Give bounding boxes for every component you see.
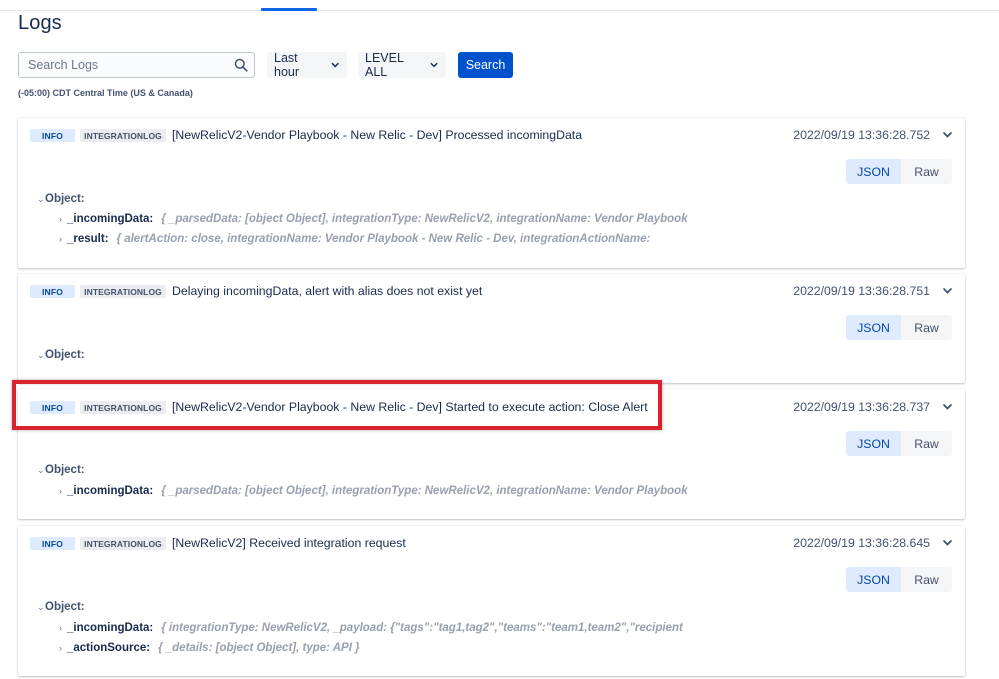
property-value: { alertAction: close, integrationName: V…	[116, 233, 651, 245]
log-message: [NewRelicV2-Vendor Playbook - New Relic …	[172, 400, 648, 414]
chevron-down-icon[interactable]	[942, 403, 953, 411]
raw-view-button[interactable]: Raw	[901, 567, 952, 592]
level-filter-value: LEVEL ALL	[365, 51, 404, 79]
log-entry: INFO INTEGRATIONLOG Delaying incomingDat…	[18, 274, 965, 383]
property-value: { _parsedData: [object Object], integrat…	[161, 485, 688, 497]
object-tree-toggle[interactable]: ⌄Object:	[37, 193, 85, 205]
time-range-dropdown[interactable]: Last hour	[267, 51, 347, 79]
time-range-value: Last hour	[274, 51, 300, 79]
raw-view-button[interactable]: Raw	[901, 159, 952, 184]
property-key: _incomingData:	[67, 622, 154, 634]
active-tab-indicator	[261, 8, 317, 11]
level-filter-dropdown[interactable]: LEVEL ALL	[358, 51, 446, 79]
view-toggle: JSON Raw	[846, 567, 952, 592]
page-title: Logs	[18, 12, 62, 34]
caret-right-icon: ›	[59, 214, 62, 224]
object-property[interactable]: › _incomingData: { _parsedData: [object Ob…	[59, 485, 688, 497]
log-timestamp: 2022/09/19 13:36:28.737	[793, 400, 930, 414]
view-toggle: JSON Raw	[846, 159, 952, 184]
raw-view-button[interactable]: Raw	[901, 431, 952, 456]
log-message: Delaying incomingData, alert with alias …	[172, 284, 483, 298]
property-value: { _details: [object Object], type: API }	[158, 642, 360, 654]
type-badge: INTEGRATIONLOG	[80, 401, 166, 414]
search-logs-input[interactable]	[19, 53, 219, 77]
caret-down-icon: ⌄	[37, 465, 45, 475]
level-badge: INFO	[30, 401, 75, 414]
log-message: [NewRelicV2-Vendor Playbook - New Relic …	[172, 128, 583, 142]
chevron-down-icon[interactable]	[942, 539, 953, 547]
log-entry: INFO INTEGRATIONLOG [NewRelicV2] Receive…	[18, 526, 965, 676]
level-badge: INFO	[30, 285, 75, 298]
property-key: _result:	[67, 233, 109, 245]
object-property[interactable]: › _result: { alertAction: close, integrati…	[59, 233, 650, 245]
object-property[interactable]: › _incomingData: { integrationType: NewRel…	[59, 622, 683, 634]
raw-view-button[interactable]: Raw	[901, 315, 952, 340]
object-property[interactable]: › _incomingData: { _parsedData: [object Ob…	[59, 213, 688, 225]
view-toggle: JSON Raw	[846, 431, 952, 456]
log-timestamp: 2022/09/19 13:36:28.752	[793, 128, 930, 142]
level-badge: INFO	[30, 537, 75, 550]
chevron-down-icon	[331, 62, 339, 68]
view-toggle: JSON Raw	[846, 315, 952, 340]
caret-right-icon: ›	[59, 234, 62, 244]
caret-right-icon: ›	[59, 486, 62, 496]
property-key: _incomingData:	[67, 213, 154, 225]
search-icon[interactable]	[234, 58, 248, 72]
timezone-note: (-05:00) CDT Central Time (US & Canada)	[18, 88, 193, 98]
log-message: [NewRelicV2] Received integration reques…	[172, 536, 406, 550]
object-tree-toggle[interactable]: ⌄Object:	[37, 601, 85, 613]
log-entry: INFO INTEGRATIONLOG [NewRelicV2-Vendor P…	[18, 389, 965, 519]
json-view-button[interactable]: JSON	[846, 567, 901, 592]
caret-down-icon: ⌄	[37, 194, 45, 204]
log-timestamp: 2022/09/19 13:36:28.751	[793, 284, 930, 298]
caret-right-icon: ›	[59, 643, 62, 653]
property-value: { integrationType: NewRelicV2, _payload:…	[161, 622, 683, 634]
json-view-button[interactable]: JSON	[846, 159, 901, 184]
chevron-down-icon[interactable]	[942, 287, 953, 295]
type-badge: INTEGRATIONLOG	[80, 285, 166, 298]
chevron-down-icon[interactable]	[942, 131, 953, 139]
property-key: _incomingData:	[67, 485, 154, 497]
json-view-button[interactable]: JSON	[846, 431, 901, 456]
log-entry: INFO INTEGRATIONLOG [NewRelicV2-Vendor P…	[18, 118, 965, 268]
top-navigation-bar	[0, 0, 999, 11]
object-tree-toggle[interactable]: ⌄Object:	[37, 349, 85, 361]
log-timestamp: 2022/09/19 13:36:28.645	[793, 536, 930, 550]
type-badge: INTEGRATIONLOG	[80, 129, 166, 142]
search-logs-field[interactable]	[18, 52, 255, 78]
object-tree-toggle[interactable]: ⌄Object:	[37, 464, 85, 476]
json-view-button[interactable]: JSON	[846, 315, 901, 340]
search-button[interactable]: Search	[458, 52, 513, 78]
object-property[interactable]: › _actionSource: { _details: [object Objec…	[59, 642, 360, 654]
level-badge: INFO	[30, 129, 75, 142]
caret-down-icon: ⌄	[37, 350, 45, 360]
property-value: { _parsedData: [object Object], integrat…	[161, 213, 688, 225]
property-key: _actionSource:	[67, 642, 151, 654]
type-badge: INTEGRATIONLOG	[80, 537, 166, 550]
chevron-down-icon	[430, 62, 438, 68]
caret-right-icon: ›	[59, 623, 62, 633]
caret-down-icon: ⌄	[37, 602, 45, 612]
